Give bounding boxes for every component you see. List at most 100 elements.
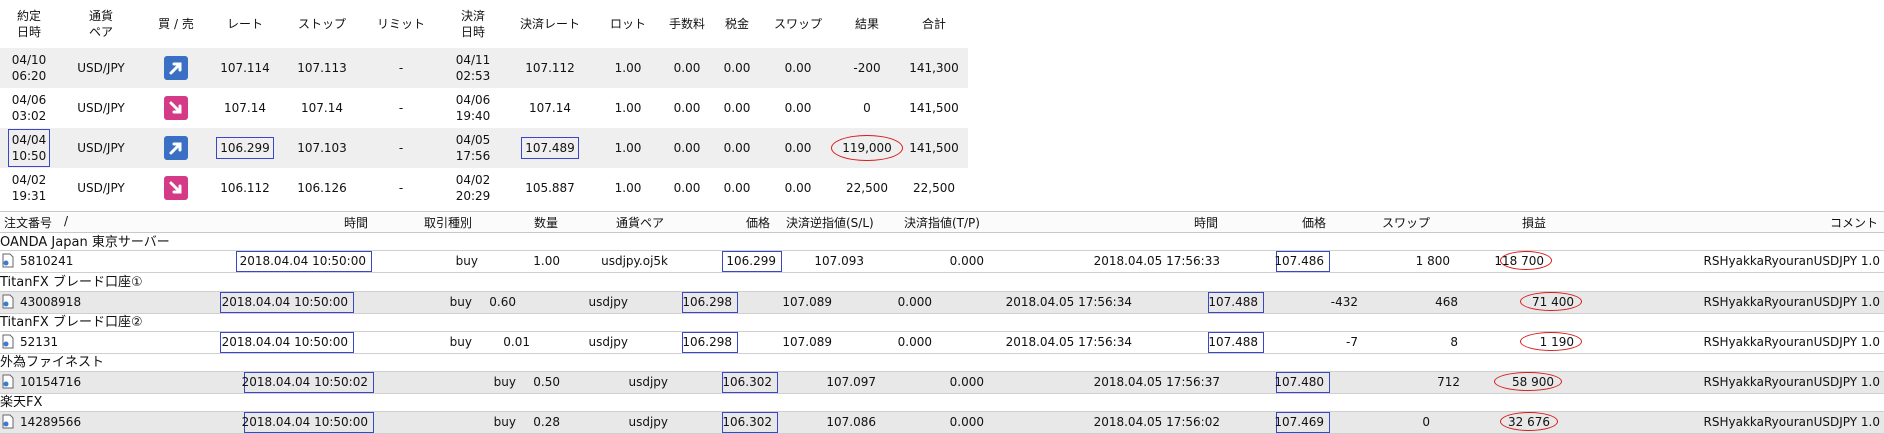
top-col-tax[interactable]: 税金 — [712, 0, 762, 48]
order-price: 106.298 — [682, 335, 732, 349]
col-close-price[interactable]: 価格 — [1302, 214, 1326, 231]
close-rate: 107.489 — [506, 128, 594, 168]
order-comment: RSHyakkaRyouranUSDJPY 1.0 — [1703, 375, 1880, 389]
stop-rate: 107.14 — [301, 101, 343, 115]
commission: -7 — [1346, 335, 1358, 349]
order-number: 52131 — [20, 335, 59, 349]
trade-row[interactable]: 04/04 10:50 USD/JPY 106.299 107.103 - 04/05 17:… — [0, 128, 968, 168]
col-tp[interactable]: 決済指値(T/P) — [904, 214, 980, 231]
trade-row[interactable]: 04/10 06:20 USD/JPY 107.114 107.113 - 04/11 02:… — [0, 48, 968, 88]
top-col-cdate[interactable]: 決済 日時 — [440, 0, 506, 48]
stop-loss: 107.097 — [826, 375, 876, 389]
trade-row[interactable]: 04/06 03:02 USD/JPY 107.14 107.14 - 04/06 19:40… — [0, 88, 968, 128]
order-swap: 712 — [1437, 375, 1460, 389]
top-col-crate[interactable]: 決済レート — [506, 0, 594, 48]
col-sl[interactable]: 決済逆指値(S/L) — [786, 214, 874, 231]
top-col-dir[interactable]: 買 / 売 — [144, 0, 208, 48]
order-price: 106.302 — [722, 415, 772, 429]
entry-datetime: 04/10 06:20 — [11, 53, 47, 83]
direction — [144, 88, 208, 128]
lot: 1.00 — [614, 61, 642, 75]
top-col-total[interactable]: 合計 — [900, 0, 968, 48]
stop-rate: 107.103 — [297, 141, 347, 155]
order-pair: usdjpy — [588, 295, 628, 309]
order-row[interactable]: 43008918 2018.04.04 10:50:00 buy 0.60 usdjpy… — [0, 291, 1884, 314]
close-time: 2018.04.05 17:56:34 — [1005, 295, 1132, 309]
col-pair[interactable]: 通貨ペア — [616, 214, 664, 231]
col-swap[interactable]: スワップ — [1382, 214, 1430, 231]
top-col-fee[interactable]: 手数料 — [662, 0, 712, 48]
top-col-stop[interactable]: ストップ — [282, 0, 362, 48]
result: 0 — [863, 101, 871, 115]
entry-datetime: 04/02 19:31 — [11, 173, 47, 203]
order-pair: usdjpy — [628, 375, 668, 389]
order-row[interactable]: 5810241 2018.04.04 10:50:00 buy 1.00 usdjpy.… — [0, 250, 1884, 273]
entry-datetime: 04/04 10:50 — [0, 128, 58, 168]
order-swap: 8 — [1450, 335, 1458, 349]
quantity: 0.28 — [533, 415, 560, 429]
top-col-result[interactable]: 結果 — [834, 0, 900, 48]
order-price: 106.302 — [722, 375, 772, 389]
account-group-label: TitanFX ブレード口座② — [0, 315, 143, 330]
profit-loss: 1 190 — [1539, 335, 1574, 349]
trade-type: buy — [449, 295, 472, 309]
trade-row[interactable]: 04/02 19:31 USD/JPY 106.112 106.126 - 04/02 20:… — [0, 168, 968, 208]
order-history-table: 注文番号 / 時間 取引種別 数量 通貨ペア 価格 決済逆指値(S/L) 決済指… — [0, 211, 1884, 434]
profit-loss: 32 676 — [1508, 415, 1550, 429]
limit-rate: - — [398, 101, 404, 115]
swap: 0.00 — [784, 101, 812, 115]
result: 119,000 — [831, 128, 903, 168]
top-col-swap[interactable]: スワップ — [762, 0, 834, 48]
col-pnl[interactable]: 損益 — [1522, 214, 1546, 231]
close-rate: 105.887 — [525, 181, 575, 195]
order-row[interactable]: 52131 2018.04.04 10:50:00 buy 0.01 usdjpy 106… — [0, 331, 1884, 354]
profit-loss: 71 400 — [1532, 295, 1574, 309]
col-close-time[interactable]: 時間 — [1194, 214, 1218, 231]
close-price: 107.488 — [1208, 295, 1258, 309]
top-col-pair[interactable]: 通貨 ペア — [58, 0, 144, 48]
col-comment[interactable]: コメント — [1830, 214, 1878, 231]
trade-history-table: 約定 日時 通貨 ペア買 / 売レート ストップ リミット 決済 日時 決済レート ロット 手数料税… — [0, 0, 968, 208]
col-type[interactable]: 取引種別 — [424, 214, 472, 231]
top-col-limit[interactable]: リミット — [362, 0, 440, 48]
lot: 1.00 — [614, 181, 642, 195]
order-comment: RSHyakkaRyouranUSDJPY 1.0 — [1703, 335, 1880, 349]
col-price[interactable]: 価格 — [746, 214, 770, 231]
trade-type: buy — [449, 335, 472, 349]
top-col-lot[interactable]: ロット — [594, 0, 662, 48]
take-profit: 0.000 — [949, 415, 984, 429]
swap: 0.00 — [784, 141, 812, 155]
order-pair: usdjpy.oj5k — [601, 254, 668, 268]
top-col-rate[interactable]: レート — [208, 0, 282, 48]
limit-rate: - — [398, 181, 404, 195]
arrow-down-right-icon — [164, 96, 188, 120]
entry-rate: 107.14 — [224, 101, 266, 115]
order-number: 14289566 — [20, 415, 82, 429]
col-time[interactable]: 時間 — [344, 214, 368, 231]
order-pair: usdjpy — [628, 415, 668, 429]
lot: 1.00 — [614, 101, 642, 115]
tax: 0.00 — [723, 101, 751, 115]
quantity: 1.00 — [533, 254, 560, 268]
order-swap: 468 — [1435, 295, 1458, 309]
fee: 0.00 — [673, 61, 701, 75]
col-qty[interactable]: 数量 — [534, 214, 558, 231]
fee: 0.00 — [673, 181, 701, 195]
close-time: 2018.04.05 17:56:02 — [1093, 415, 1220, 429]
limit-rate: - — [398, 141, 404, 155]
order-price: 106.298 — [682, 295, 732, 309]
arrow-up-right-icon — [164, 56, 188, 80]
document-icon — [2, 374, 14, 389]
order-row[interactable]: 14289566 2018.04.04 10:50:00 buy 0.28 usdjpy… — [0, 411, 1884, 434]
col-order-no[interactable]: 注文番号 — [4, 214, 52, 231]
top-col-date[interactable]: 約定 日時 — [0, 0, 58, 48]
order-comment: RSHyakkaRyouranUSDJPY 1.0 — [1703, 295, 1880, 309]
currency-pair: USD/JPY — [77, 61, 125, 75]
order-price: 106.299 — [726, 254, 776, 268]
order-row[interactable]: 10154716 2018.04.04 10:50:02 buy 0.50 usdjpy… — [0, 371, 1884, 394]
stop-loss: 107.093 — [814, 254, 864, 268]
lot: 1.00 — [614, 141, 642, 155]
order-pair: usdjpy — [588, 335, 628, 349]
order-swap: 1 800 — [1415, 254, 1450, 268]
direction — [144, 168, 208, 208]
